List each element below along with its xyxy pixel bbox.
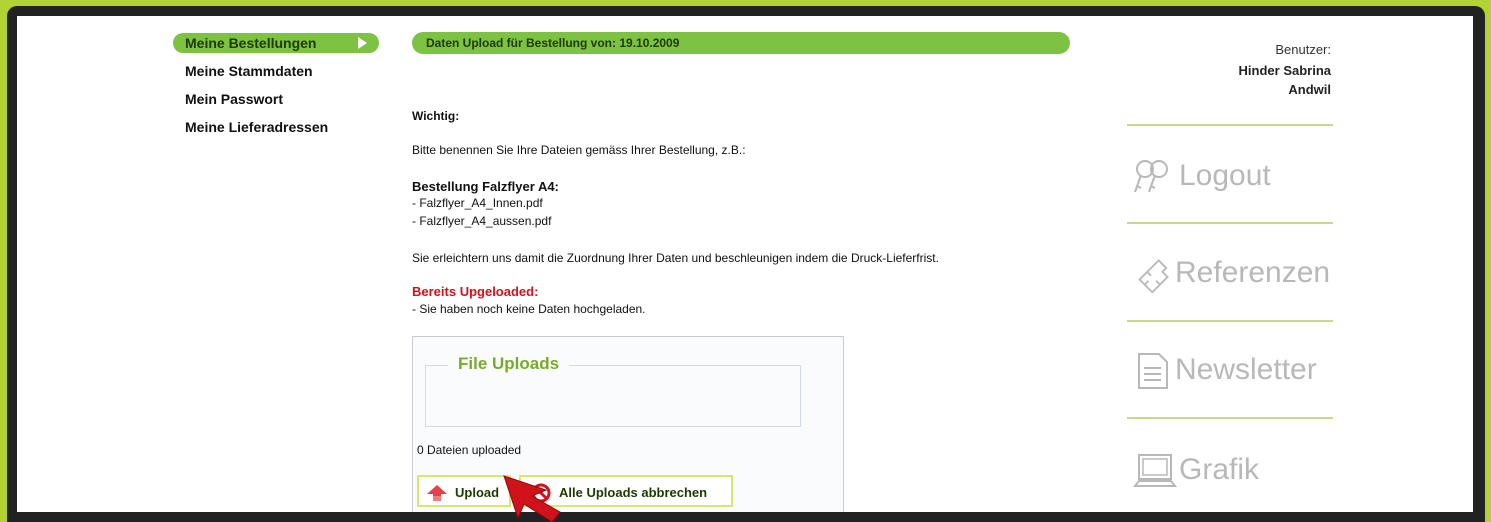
upload-panel: File Uploads 0 Dateien uploaded Upload A… xyxy=(412,336,844,512)
fieldset-legend: File Uploads xyxy=(448,354,570,374)
references-link[interactable]: Referenzen xyxy=(1133,251,1330,295)
arrow-up-icon xyxy=(427,485,447,501)
grafik-label: Grafik xyxy=(1179,453,1260,486)
nav-item-label: Meine Bestellungen xyxy=(185,35,317,51)
user-name: Hinder Sabrina xyxy=(1238,63,1331,78)
keys-icon xyxy=(1134,160,1168,193)
file-uploads-fieldset: File Uploads xyxy=(425,354,801,427)
uploaded-heading: Bereits Upgeloaded: xyxy=(412,284,539,299)
logout-link[interactable]: Logout xyxy=(1133,154,1271,198)
nav-item-label: Meine Lieferadressen xyxy=(185,119,329,135)
cancel-button-label: Alle Uploads abbrechen xyxy=(559,485,708,500)
important-heading: Wichtig: xyxy=(412,109,460,123)
page-title: Daten Upload für Bestellung von: 19.10.2… xyxy=(412,32,1070,54)
newsletter-label: Newsletter xyxy=(1175,353,1317,386)
example-file-1: - Falzflyer_A4_Innen.pdf xyxy=(412,196,543,210)
benefit-text: Sie erleichtern uns damit die Zuordnung … xyxy=(412,251,939,265)
example-heading: Bestellung Falzflyer A4: xyxy=(412,179,559,194)
cursor-arrow-icon xyxy=(503,475,561,522)
document-icon xyxy=(1138,353,1168,390)
upload-button-label: Upload xyxy=(455,485,500,500)
user-city: Andwil xyxy=(1288,82,1331,97)
page-content: Meine Bestellungen Meine Stammdaten Mein… xyxy=(17,16,1473,512)
account-nav: Meine Bestellungen Meine Stammdaten Mein… xyxy=(173,33,379,145)
divider xyxy=(1127,417,1333,419)
nav-item-passwort[interactable]: Mein Passwort xyxy=(173,89,379,109)
laptop-icon xyxy=(1132,454,1178,488)
instruction-text: Bitte benennen Sie Ihre Dateien gemäss I… xyxy=(412,143,746,157)
nav-item-lieferadressen[interactable]: Meine Lieferadressen xyxy=(173,117,379,137)
divider xyxy=(1127,320,1333,322)
divider xyxy=(1127,222,1333,224)
uploaded-status: - Sie haben noch keine Daten hochgeladen… xyxy=(412,302,646,316)
logout-label: Logout xyxy=(1179,159,1271,192)
puzzle-icon xyxy=(1138,259,1169,294)
grafik-link[interactable]: Grafik xyxy=(1132,448,1260,492)
upload-button[interactable]: Upload xyxy=(417,475,511,507)
main-content: Daten Upload für Bestellung von: 19.10.2… xyxy=(412,32,1092,512)
newsletter-link[interactable]: Newsletter xyxy=(1133,348,1317,392)
nav-item-label: Meine Stammdaten xyxy=(185,63,313,79)
nav-item-bestellungen[interactable]: Meine Bestellungen xyxy=(173,33,379,53)
nav-item-stammdaten[interactable]: Meine Stammdaten xyxy=(173,61,379,81)
divider xyxy=(1127,124,1333,126)
nav-item-label: Mein Passwort xyxy=(185,91,284,107)
upload-count: 0 Dateien uploaded xyxy=(417,443,522,457)
play-arrow-icon xyxy=(358,37,367,49)
user-label: Benutzer: xyxy=(1275,42,1331,57)
example-file-2: - Falzflyer_A4_aussen.pdf xyxy=(412,214,552,228)
references-label: Referenzen xyxy=(1175,256,1331,289)
